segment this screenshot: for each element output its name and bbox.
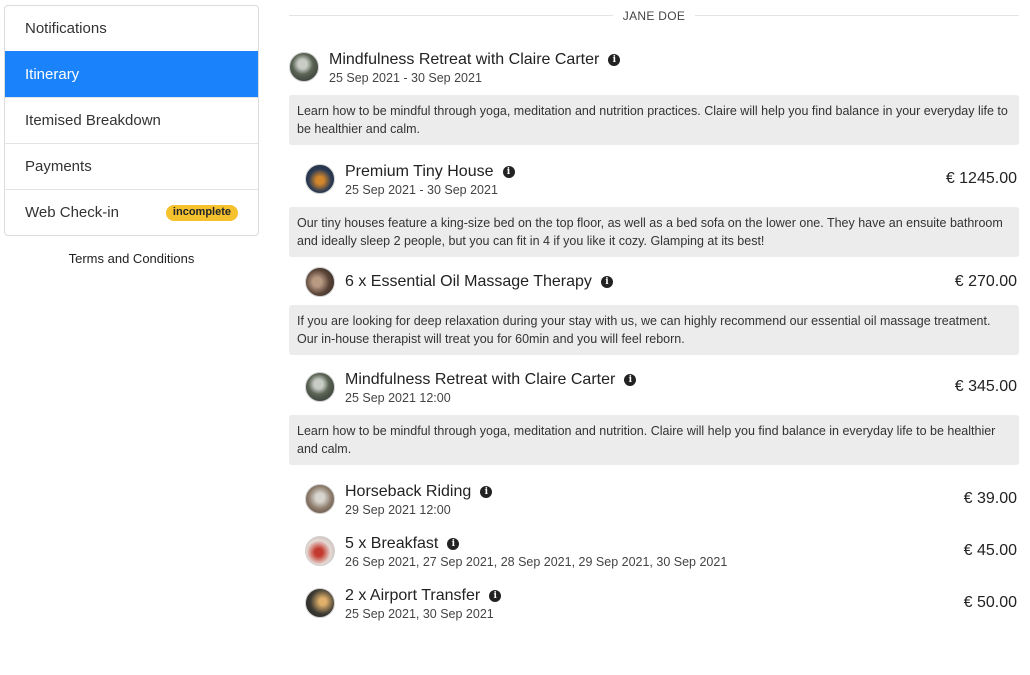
sidebar-item-label: Web Check-in bbox=[25, 204, 119, 221]
sidebar-item-label: Notifications bbox=[25, 20, 107, 37]
guest-name: JANE DOE bbox=[612, 9, 696, 23]
item-thumbnail bbox=[305, 267, 335, 297]
itinerary-panel: JANE DOE Mindfulness Retreat with Claire… bbox=[289, 0, 1019, 629]
app: Notifications Itinerary Itemised Breakdo… bbox=[0, 0, 1030, 675]
item-title: 2 x Airport Transfer bbox=[345, 586, 481, 604]
item-title: Horseback Riding bbox=[345, 482, 472, 500]
item-date: 25 Sep 2021 - 30 Sep 2021 bbox=[329, 70, 482, 85]
item-title: Mindfulness Retreat with Claire Carter bbox=[345, 370, 616, 388]
info-circle-icon[interactable]: i bbox=[447, 537, 460, 550]
sidebar-item-label: Payments bbox=[25, 158, 92, 175]
item-description: Learn how to be mindful through yoga, me… bbox=[289, 95, 1019, 145]
item-title-row: 6 x Essential Oil Massage Therapy i bbox=[345, 272, 1019, 292]
item-title: Premium Tiny House bbox=[345, 162, 494, 180]
item-price: € 270.00 bbox=[954, 273, 1017, 290]
item-thumbnail bbox=[305, 484, 335, 514]
item-date: 29 Sep 2021 12:00 bbox=[345, 502, 451, 517]
item-description: If you are looking for deep relaxation d… bbox=[289, 305, 1019, 355]
item-date: 26 Sep 2021, 27 Sep 2021, 28 Sep 2021, 2… bbox=[345, 554, 728, 569]
info-circle-icon[interactable]: i bbox=[480, 485, 493, 498]
item-title-row: Premium Tiny House i bbox=[345, 162, 1019, 182]
status-badge: incomplete bbox=[165, 204, 238, 221]
sidebar-item-payments[interactable]: Payments bbox=[5, 143, 258, 189]
info-circle-icon[interactable]: i bbox=[489, 589, 502, 602]
info-circle-icon[interactable]: i bbox=[600, 276, 613, 288]
item-thumbnail bbox=[305, 588, 335, 618]
item-date: 25 Sep 2021, 30 Sep 2021 bbox=[345, 606, 494, 621]
item-date: 25 Sep 2021 - 30 Sep 2021 bbox=[345, 182, 498, 197]
item-title-row: 5 x Breakfast i bbox=[345, 534, 1019, 554]
item-thumbnail bbox=[305, 164, 335, 194]
sidebar-item-label: Itinerary bbox=[25, 66, 80, 83]
sidebar-item-notifications[interactable]: Notifications bbox=[5, 6, 258, 51]
itinerary-item: 6 x Essential Oil Massage Therapy i € 27… bbox=[289, 259, 1019, 305]
item-price: € 45.00 bbox=[963, 542, 1017, 559]
info-circle-icon[interactable]: i bbox=[502, 165, 515, 178]
item-title-row: Mindfulness Retreat with Claire Carter i bbox=[329, 50, 1019, 70]
sidebar-item-web-check-in[interactable]: Web Check-in incomplete bbox=[5, 189, 258, 235]
item-title-row: Mindfulness Retreat with Claire Carter i bbox=[345, 370, 1019, 390]
itinerary-item: Premium Tiny House i 25 Sep 2021 - 30 Se… bbox=[289, 153, 1019, 205]
item-price: € 345.00 bbox=[954, 378, 1017, 395]
itinerary-item: Horseback Riding i 29 Sep 2021 12:00 € 3… bbox=[289, 473, 1019, 525]
item-thumbnail bbox=[305, 536, 335, 566]
itinerary-item: Mindfulness Retreat with Claire Carter i… bbox=[289, 361, 1019, 413]
item-price: € 39.00 bbox=[963, 490, 1017, 507]
item-title-row: 2 x Airport Transfer i bbox=[345, 586, 1019, 606]
item-thumbnail bbox=[305, 372, 335, 402]
item-price: € 1245.00 bbox=[945, 170, 1017, 187]
sidebar: Notifications Itinerary Itemised Breakdo… bbox=[4, 5, 259, 266]
info-circle-icon[interactable]: i bbox=[624, 373, 637, 386]
sidebar-item-itinerary[interactable]: Itinerary bbox=[5, 51, 258, 97]
sidebar-nav: Notifications Itinerary Itemised Breakdo… bbox=[4, 5, 259, 236]
item-description: Our tiny houses feature a king-size bed … bbox=[289, 207, 1019, 257]
itinerary-item: 2 x Airport Transfer i 25 Sep 2021, 30 S… bbox=[289, 577, 1019, 629]
itinerary-item: Mindfulness Retreat with Claire Carter i… bbox=[289, 41, 1019, 93]
item-thumbnail bbox=[289, 52, 319, 82]
item-date: 25 Sep 2021 12:00 bbox=[345, 390, 451, 405]
terms-link[interactable]: Terms and Conditions bbox=[4, 251, 259, 266]
sidebar-item-itemised-breakdown[interactable]: Itemised Breakdown bbox=[5, 97, 258, 143]
item-description: Learn how to be mindful through yoga, me… bbox=[289, 415, 1019, 465]
item-price: € 50.00 bbox=[963, 594, 1017, 611]
item-title: 6 x Essential Oil Massage Therapy bbox=[345, 273, 592, 290]
item-title: Mindfulness Retreat with Claire Carter bbox=[329, 50, 600, 68]
guest-header: JANE DOE bbox=[289, 0, 1019, 32]
item-title: 5 x Breakfast bbox=[345, 534, 439, 552]
item-title-row: Horseback Riding i bbox=[345, 482, 1019, 502]
sidebar-item-label: Itemised Breakdown bbox=[25, 112, 161, 129]
itinerary-item: 5 x Breakfast i 26 Sep 2021, 27 Sep 2021… bbox=[289, 525, 1019, 577]
info-circle-icon[interactable]: i bbox=[608, 53, 621, 66]
